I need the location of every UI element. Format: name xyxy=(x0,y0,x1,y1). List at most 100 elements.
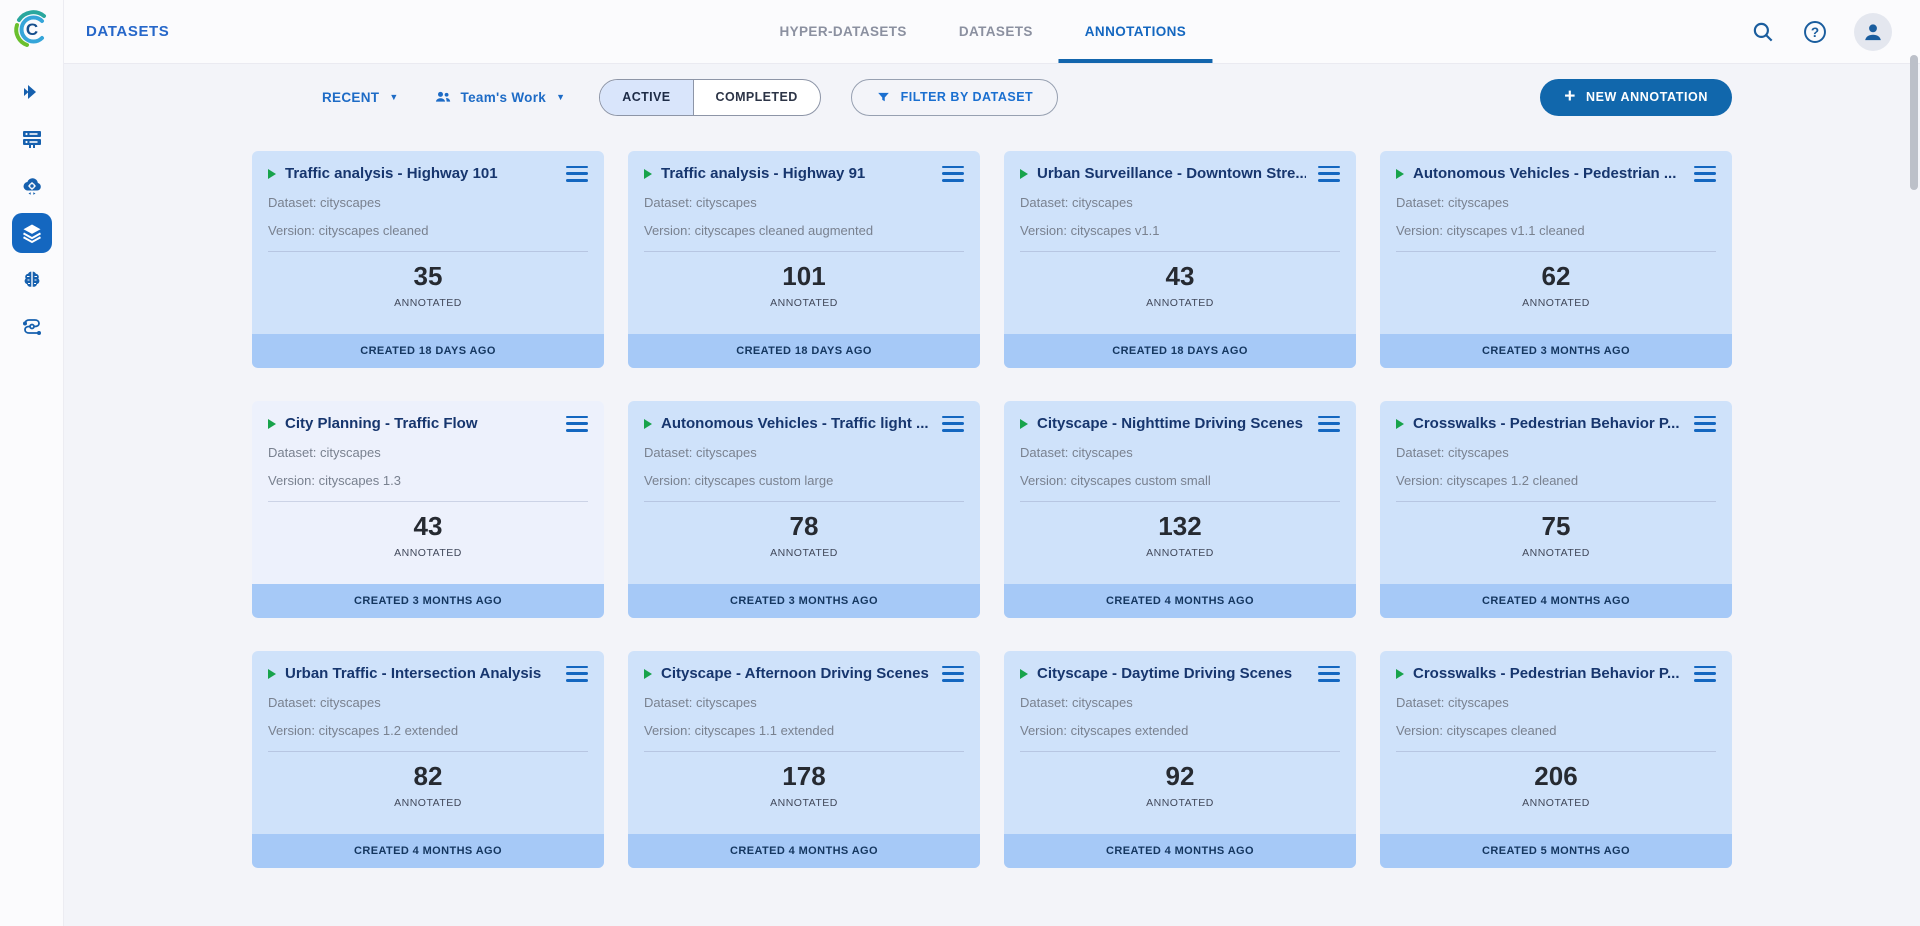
card-menu-icon[interactable] xyxy=(566,166,588,182)
svg-text:?: ? xyxy=(1811,24,1819,39)
annotation-card[interactable]: Urban Traffic - Intersection Analysis Da… xyxy=(252,651,604,868)
annotation-card[interactable]: Traffic analysis - Highway 91 Dataset: c… xyxy=(628,151,980,368)
card-dataset: Dataset: cityscapes xyxy=(1396,695,1716,710)
page-scrollbar[interactable] xyxy=(1908,0,1920,926)
card-version: Version: cityscapes v1.1 xyxy=(1020,223,1340,238)
card-title: Urban Surveillance - Downtown Stre... xyxy=(1037,165,1306,182)
card-divider xyxy=(268,501,588,502)
card-menu-icon[interactable] xyxy=(1694,166,1716,182)
card-divider xyxy=(1396,751,1716,752)
annotation-card[interactable]: Crosswalks - Pedestrian Behavior P... Da… xyxy=(1380,651,1732,868)
play-icon xyxy=(644,169,652,179)
app-logo[interactable]: C xyxy=(11,8,53,50)
annotation-card[interactable]: Cityscape - Nighttime Driving Scenes Dat… xyxy=(1004,401,1356,618)
user-avatar[interactable] xyxy=(1854,13,1892,51)
toggle-option-active[interactable]: ACTIVE xyxy=(600,80,693,115)
pipelines-icon[interactable] xyxy=(12,307,52,347)
card-divider xyxy=(1020,501,1340,502)
card-created-footer[interactable]: CREATED 18 DAYS AGO xyxy=(628,334,980,368)
card-dataset: Dataset: cityscapes xyxy=(268,695,588,710)
card-dataset: Dataset: cityscapes xyxy=(1020,695,1340,710)
annotated-label: ANNOTATED xyxy=(644,547,964,559)
card-title: Cityscape - Afternoon Driving Scenes xyxy=(661,665,930,682)
play-icon xyxy=(268,419,276,429)
card-title: Autonomous Vehicles - Traffic light ... xyxy=(661,415,930,432)
card-version: Version: cityscapes custom small xyxy=(1020,473,1340,488)
card-dataset: Dataset: cityscapes xyxy=(1020,445,1340,460)
card-dataset: Dataset: cityscapes xyxy=(1396,445,1716,460)
card-created-footer[interactable]: CREATED 3 MONTHS AGO xyxy=(252,584,604,618)
data-browser-icon[interactable] xyxy=(12,119,52,159)
card-menu-icon[interactable] xyxy=(1318,166,1340,182)
card-menu-icon[interactable] xyxy=(1694,416,1716,432)
card-header: Traffic analysis - Highway 101 xyxy=(268,165,588,182)
annotation-card[interactable]: Urban Surveillance - Downtown Stre... Da… xyxy=(1004,151,1356,368)
sort-dropdown[interactable]: RECENT ▼ xyxy=(322,90,399,105)
card-menu-icon[interactable] xyxy=(566,416,588,432)
card-menu-icon[interactable] xyxy=(942,416,964,432)
filter-by-dataset-button[interactable]: FILTER BY DATASET xyxy=(851,79,1059,116)
card-header: Cityscape - Afternoon Driving Scenes xyxy=(644,665,964,682)
card-menu-icon[interactable] xyxy=(1694,666,1716,682)
card-menu-icon[interactable] xyxy=(566,666,588,682)
annotation-card[interactable]: City Planning - Traffic Flow Dataset: ci… xyxy=(252,401,604,618)
card-divider xyxy=(644,751,964,752)
card-menu-icon[interactable] xyxy=(1318,666,1340,682)
card-created-footer[interactable]: CREATED 4 MONTHS AGO xyxy=(628,834,980,868)
annotation-card[interactable]: Cityscape - Afternoon Driving Scenes Dat… xyxy=(628,651,980,868)
sort-dropdown-label: RECENT xyxy=(322,90,379,105)
card-divider xyxy=(644,501,964,502)
annotated-count: 206 xyxy=(1396,761,1716,792)
card-divider xyxy=(1396,251,1716,252)
tab-annotations[interactable]: ANNOTATIONS xyxy=(1059,0,1212,63)
annotation-card[interactable]: Cityscape - Daytime Driving Scenes Datas… xyxy=(1004,651,1356,868)
card-created-footer[interactable]: CREATED 18 DAYS AGO xyxy=(252,334,604,368)
funnel-icon xyxy=(876,90,891,105)
header-tabs: HYPER-DATASETSDATASETSANNOTATIONS xyxy=(753,0,1212,63)
card-version: Version: cityscapes v1.1 cleaned xyxy=(1396,223,1716,238)
toolbar-left-group: RECENT ▼ Team's Work ▼ xyxy=(322,87,565,107)
annotated-count: 92 xyxy=(1020,761,1340,792)
card-title: Autonomous Vehicles - Pedestrian ... xyxy=(1413,165,1682,182)
scrollbar-thumb[interactable] xyxy=(1910,55,1918,190)
annotation-card[interactable]: Crosswalks - Pedestrian Behavior P... Da… xyxy=(1380,401,1732,618)
play-icon xyxy=(1020,169,1028,179)
toggle-option-completed[interactable]: COMPLETED xyxy=(694,80,820,115)
annotated-count: 75 xyxy=(1396,511,1716,542)
search-icon[interactable] xyxy=(1750,19,1776,45)
card-created-footer[interactable]: CREATED 4 MONTHS AGO xyxy=(1004,834,1356,868)
annotation-card[interactable]: Autonomous Vehicles - Pedestrian ... Dat… xyxy=(1380,151,1732,368)
card-menu-icon[interactable] xyxy=(942,166,964,182)
card-dataset: Dataset: cityscapes xyxy=(268,195,588,210)
card-menu-icon[interactable] xyxy=(1318,416,1340,432)
annotated-label: ANNOTATED xyxy=(644,297,964,309)
card-divider xyxy=(268,751,588,752)
card-menu-icon[interactable] xyxy=(942,666,964,682)
annotated-count: 43 xyxy=(268,511,588,542)
card-created-footer[interactable]: CREATED 3 MONTHS AGO xyxy=(1380,334,1732,368)
help-icon[interactable]: ? xyxy=(1802,19,1828,45)
annotated-label: ANNOTATED xyxy=(1020,797,1340,809)
annotation-card[interactable]: Autonomous Vehicles - Traffic light ... … xyxy=(628,401,980,618)
model-brain-icon[interactable] xyxy=(12,260,52,300)
scope-dropdown[interactable]: Team's Work ▼ xyxy=(433,87,566,107)
tab-hyper-datasets[interactable]: HYPER-DATASETS xyxy=(753,0,932,63)
top-actions: ? xyxy=(1750,0,1892,63)
card-created-footer[interactable]: CREATED 4 MONTHS AGO xyxy=(252,834,604,868)
card-created-footer[interactable]: CREATED 4 MONTHS AGO xyxy=(1380,584,1732,618)
annotation-card[interactable]: Traffic analysis - Highway 101 Dataset: … xyxy=(252,151,604,368)
cloud-deploy-icon[interactable] xyxy=(12,166,52,206)
card-created-footer[interactable]: CREATED 4 MONTHS AGO xyxy=(1004,584,1356,618)
card-created-footer[interactable]: CREATED 5 MONTHS AGO xyxy=(1380,834,1732,868)
launch-icon[interactable] xyxy=(12,72,52,112)
tab-datasets[interactable]: DATASETS xyxy=(933,0,1059,63)
card-created-footer[interactable]: CREATED 3 MONTHS AGO xyxy=(628,584,980,618)
card-title: Traffic analysis - Highway 101 xyxy=(285,165,554,182)
new-annotation-button[interactable]: + NEW ANNOTATION xyxy=(1540,79,1732,116)
card-created-footer[interactable]: CREATED 18 DAYS AGO xyxy=(1004,334,1356,368)
cards-grid: Traffic analysis - Highway 101 Dataset: … xyxy=(252,151,1732,868)
datasets-layers-icon[interactable] xyxy=(12,213,52,253)
card-header: Autonomous Vehicles - Traffic light ... xyxy=(644,415,964,432)
annotated-label: ANNOTATED xyxy=(268,547,588,559)
card-version: Version: cityscapes cleaned xyxy=(268,223,588,238)
